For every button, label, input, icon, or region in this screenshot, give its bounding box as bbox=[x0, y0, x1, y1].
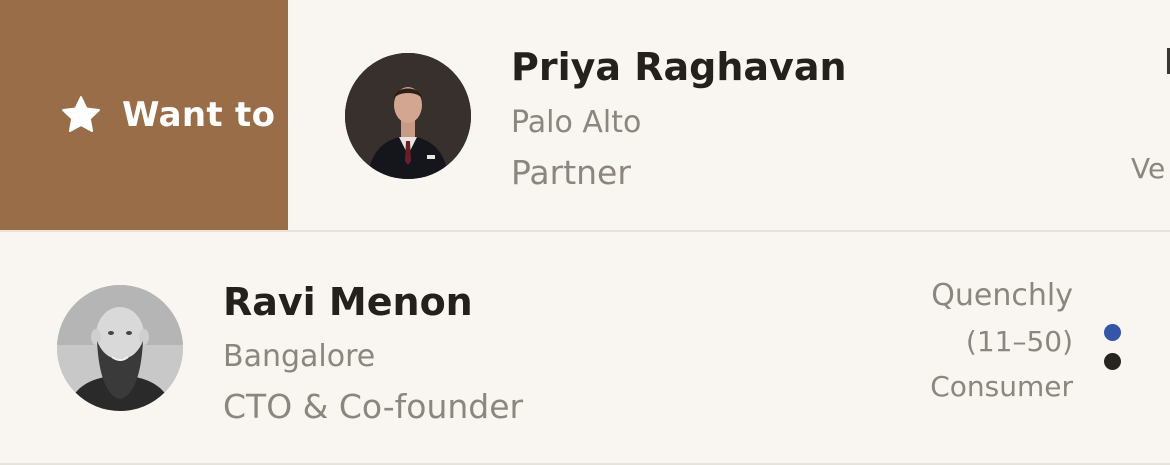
company-name: Quenchly bbox=[931, 278, 1073, 313]
people-list: Want to m bbox=[0, 0, 1170, 465]
person-city: Palo Alto bbox=[511, 105, 642, 140]
avatar bbox=[57, 285, 183, 411]
want-to-meet-label: Want to m bbox=[122, 95, 288, 135]
person-role: CTO & Co-founder bbox=[223, 387, 524, 426]
list-item[interactable]: Ravi Menon Bangalore CTO & Co-founder Qu… bbox=[0, 233, 1170, 465]
company-sector-partial: Ve bbox=[1131, 152, 1166, 185]
star-icon bbox=[62, 96, 100, 132]
status-dot-dark bbox=[1104, 353, 1121, 370]
status-indicators bbox=[1104, 324, 1121, 382]
company-size: (11–50) bbox=[965, 325, 1073, 358]
list-item[interactable]: Want to m bbox=[0, 0, 1170, 232]
want-to-meet-action[interactable]: Want to m bbox=[0, 0, 288, 230]
person-row-content[interactable]: Ravi Menon Bangalore CTO & Co-founder Qu… bbox=[0, 233, 1170, 463]
company-sector: Consumer bbox=[930, 370, 1073, 403]
person-city: Bangalore bbox=[223, 339, 376, 374]
person-row-content[interactable]: Priya Raghavan Palo Alto Partner Ve bbox=[288, 0, 1170, 230]
person-name: Priya Raghavan bbox=[511, 45, 847, 89]
status-dot-blue bbox=[1104, 324, 1121, 341]
person-role: Partner bbox=[511, 153, 631, 192]
company-info: Quenchly (11–50) Consumer bbox=[930, 278, 1073, 403]
avatar bbox=[345, 53, 471, 179]
person-name: Ravi Menon bbox=[223, 280, 473, 324]
